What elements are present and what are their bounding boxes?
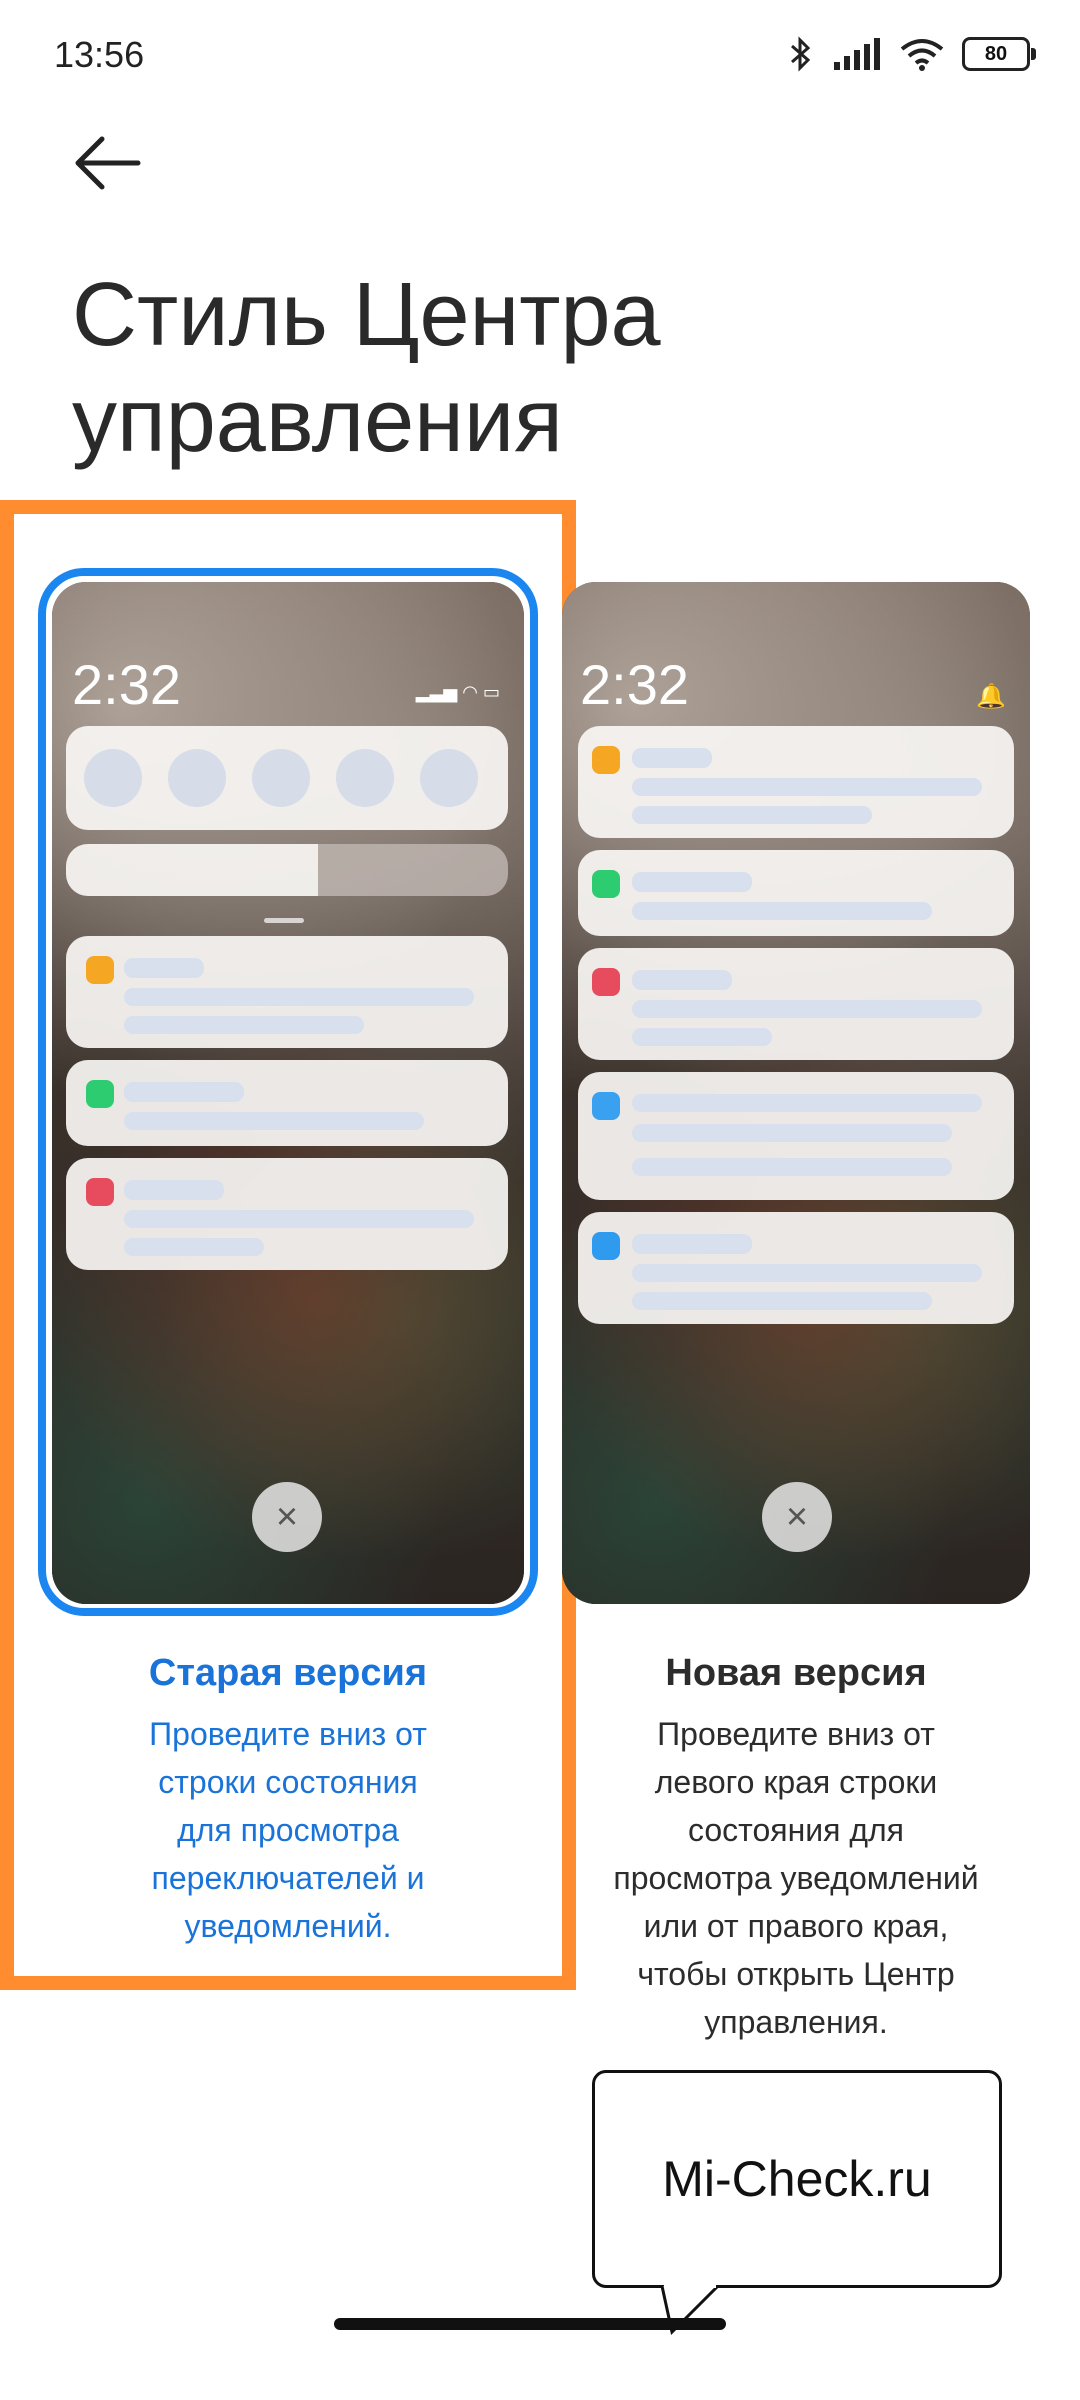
new-version-description: Проведите вниз от левого края строки сос… <box>562 1710 1030 2046</box>
messages-app-icon <box>86 956 114 984</box>
old-version-title[interactable]: Старая версия <box>52 1652 524 1695</box>
back-button[interactable] <box>70 128 150 198</box>
placeholder-line <box>632 1028 772 1046</box>
placeholder-line <box>124 988 474 1006</box>
page-title: Стиль Центра управления <box>72 262 972 474</box>
bell-settings-icon: 🔔 <box>976 683 1006 710</box>
back-arrow-icon <box>75 136 141 190</box>
close-icon: × <box>252 1482 322 1552</box>
desc-line: чтобы открыть Центр <box>637 1956 955 1992</box>
placeholder-line <box>632 778 982 796</box>
placeholder-line <box>632 1124 952 1142</box>
desc-line: левого края строки <box>654 1764 938 1800</box>
placeholder-line <box>632 1292 932 1310</box>
desc-line: для просмотра <box>177 1812 399 1848</box>
toggle-dot <box>336 749 394 807</box>
toggle-dot <box>420 749 478 807</box>
toggle-dot <box>252 749 310 807</box>
placeholder-line <box>124 1238 264 1256</box>
signal-icon <box>834 38 880 70</box>
notification-card <box>66 1060 508 1146</box>
mail-app-icon <box>592 1092 620 1120</box>
toggle-dot <box>84 749 142 807</box>
music-app-icon <box>592 968 620 996</box>
placeholder-line <box>632 1094 982 1112</box>
placeholder-line <box>632 1234 752 1254</box>
old-version-description: Проведите вниз от строки состояния для п… <box>52 1710 524 1950</box>
new-version-title[interactable]: Новая версия <box>562 1652 1030 1695</box>
placeholder-line <box>632 748 712 768</box>
chat-app-icon <box>592 1232 620 1260</box>
notification-card <box>578 726 1014 838</box>
page-title-line2: управления <box>72 371 563 471</box>
notification-card <box>66 1158 508 1270</box>
placeholder-line <box>632 1000 982 1018</box>
notification-card <box>578 1072 1014 1200</box>
music-app-icon <box>86 1178 114 1206</box>
close-icon: × <box>762 1482 832 1552</box>
desc-line: просмотра уведомлений <box>613 1860 979 1896</box>
placeholder-line <box>124 1180 224 1200</box>
old-version-preview[interactable]: 2:32 ▂▃▅ ◠ ▭ × <box>52 582 524 1604</box>
desc-line: Проведите вниз от <box>657 1716 935 1752</box>
battery-icon: 80 <box>962 37 1036 71</box>
toggles-card <box>66 726 508 830</box>
phone-app-icon <box>86 1080 114 1108</box>
preview-status-icons: ▂▃▅ ◠ ▭ <box>415 682 500 702</box>
wifi-icon <box>900 39 944 71</box>
brightness-slider <box>66 844 508 896</box>
placeholder-line <box>124 1082 244 1102</box>
watermark-bubble: Mi-Check.ru <box>592 2070 1002 2288</box>
placeholder-line <box>632 1158 952 1176</box>
desc-line: или от правого края, <box>643 1908 949 1944</box>
placeholder-line <box>632 872 752 892</box>
placeholder-line <box>124 1112 424 1130</box>
status-bar: 13:56 80 <box>0 0 1080 110</box>
home-indicator[interactable] <box>334 2318 726 2330</box>
phone-app-icon <box>592 870 620 898</box>
notification-card <box>578 850 1014 936</box>
battery-level: 80 <box>984 42 1008 65</box>
watermark-text: Mi-Check.ru <box>662 2151 932 2207</box>
status-icons: 80 <box>788 28 1036 80</box>
notification-card <box>66 936 508 1048</box>
placeholder-line <box>124 958 204 978</box>
desc-line: строки состояния <box>158 1764 418 1800</box>
desc-line: переключателей и <box>151 1860 425 1896</box>
placeholder-line <box>632 806 872 824</box>
placeholder-line <box>632 970 732 990</box>
preview-time: 2:32 <box>580 653 689 716</box>
desc-line: уведомлений. <box>184 1908 392 1944</box>
page-title-line1: Стиль Центра <box>72 265 661 365</box>
toggle-dot <box>168 749 226 807</box>
placeholder-line <box>124 1016 364 1034</box>
desc-line: управления. <box>704 2004 888 2040</box>
bluetooth-icon <box>791 36 811 72</box>
desc-line: Проведите вниз от <box>149 1716 427 1752</box>
placeholder-line <box>632 1264 982 1282</box>
notification-card <box>578 1212 1014 1324</box>
messages-app-icon <box>592 746 620 774</box>
new-version-preview[interactable]: 2:32 🔔 × <box>562 582 1030 1604</box>
notification-card <box>578 948 1014 1060</box>
desc-line: состояния для <box>687 1812 904 1848</box>
placeholder-line <box>632 902 932 920</box>
placeholder-line <box>124 1210 474 1228</box>
preview-time: 2:32 <box>72 653 181 716</box>
drag-handle <box>264 918 304 923</box>
status-time: 13:56 <box>54 34 145 75</box>
